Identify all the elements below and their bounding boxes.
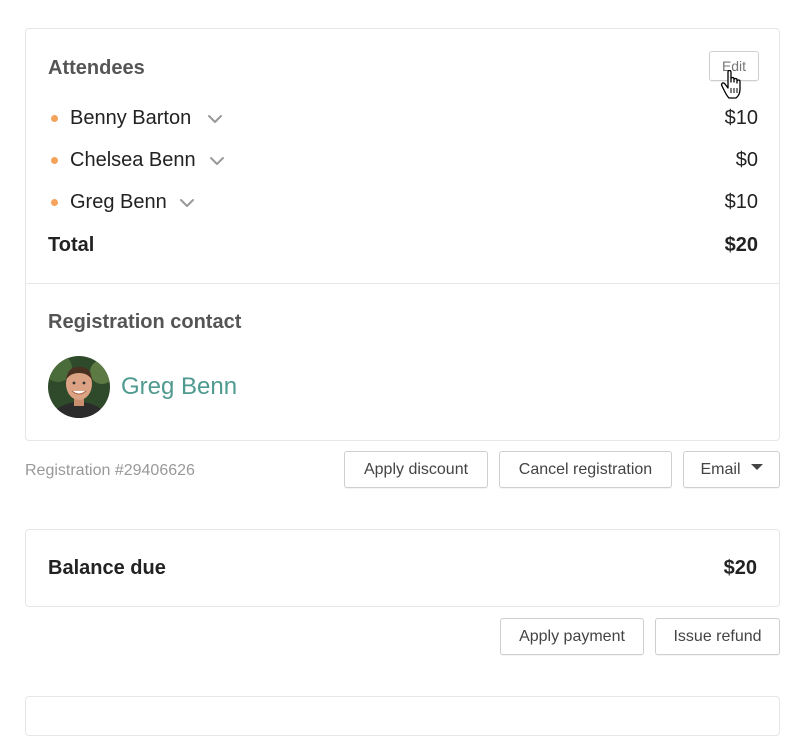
balance-card: Balance due $20 <box>25 529 780 607</box>
attendee-row[interactable]: Benny Barton $10 <box>48 104 758 134</box>
divider <box>26 283 779 284</box>
chevron-down-icon[interactable] <box>178 194 196 212</box>
attendee-amount: $10 <box>724 191 758 213</box>
caret-down-icon <box>750 464 763 471</box>
next-card <box>25 696 780 736</box>
registration-contact-title: Registration contact <box>48 311 242 333</box>
total-row: Total $20 <box>48 231 758 261</box>
balance-value: $20 <box>723 557 757 579</box>
chevron-down-icon[interactable] <box>208 152 226 170</box>
hand-pointer-icon <box>720 70 741 99</box>
issue-refund-button[interactable]: Issue refund <box>655 618 780 655</box>
attendee-amount: $0 <box>735 149 758 171</box>
total-label: Total <box>48 234 95 256</box>
bullet-dot <box>51 199 58 206</box>
bullet-dot <box>51 157 58 164</box>
avatar[interactable] <box>48 356 110 418</box>
avatar-image <box>48 356 110 418</box>
attendee-amount: $10 <box>724 107 758 129</box>
attendee-name: Greg Benn <box>70 191 167 213</box>
apply-payment-button[interactable]: Apply payment <box>500 618 644 655</box>
attendee-row[interactable]: Chelsea Benn $0 <box>48 146 758 176</box>
attendee-row[interactable]: Greg Benn $10 <box>48 188 758 218</box>
balance-label: Balance due <box>48 557 166 579</box>
email-dropdown-button[interactable]: Email <box>683 451 780 488</box>
bullet-dot <box>51 115 58 122</box>
email-label: Email <box>700 460 741 478</box>
cancel-registration-button[interactable]: Cancel registration <box>499 451 672 488</box>
attendee-name: Chelsea Benn <box>70 149 196 171</box>
apply-discount-button[interactable]: Apply discount <box>344 451 488 488</box>
registration-number: Registration #29406626 <box>25 462 195 479</box>
attendees-title: Attendees <box>48 57 145 79</box>
registration-card: Attendees Edit Benny Barton $10 Chelsea … <box>25 28 780 441</box>
contact-name-link[interactable]: Greg Benn <box>121 373 237 401</box>
total-value: $20 <box>724 234 758 256</box>
chevron-down-icon[interactable] <box>206 110 224 128</box>
attendee-name: Benny Barton <box>70 107 192 129</box>
